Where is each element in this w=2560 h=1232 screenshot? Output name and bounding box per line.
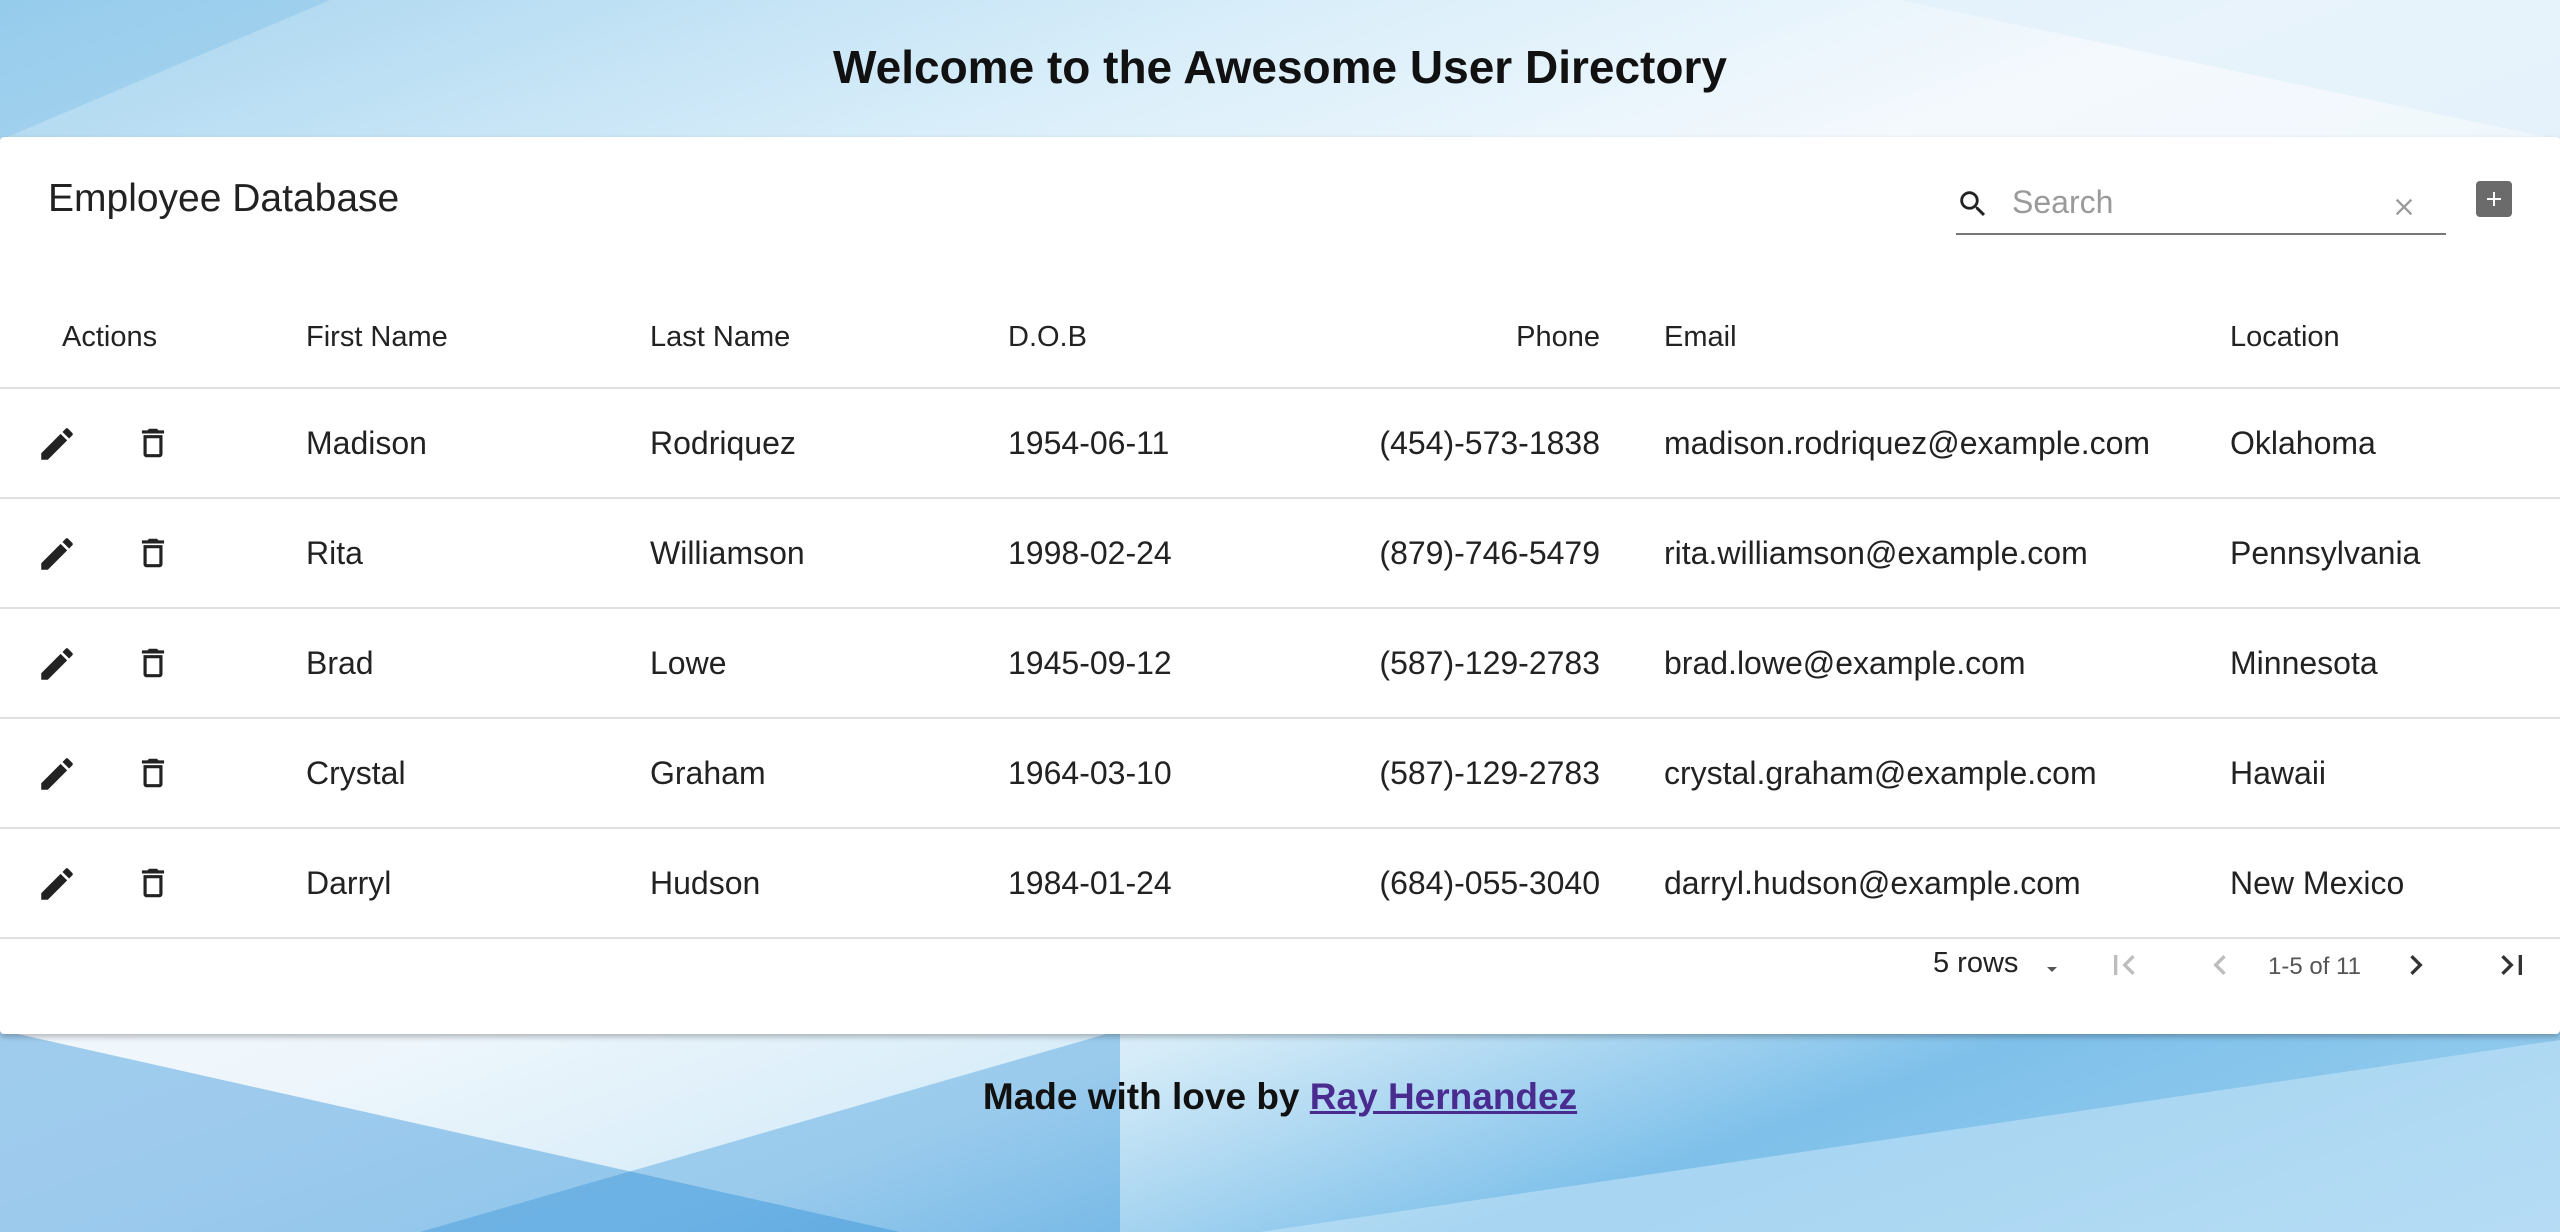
previous-page-icon[interactable]: [2200, 945, 2240, 985]
footer-credit: Made with love by Ray Hernandez: [0, 1076, 2560, 1118]
email-cell: rita.williamson@example.com: [1600, 498, 2230, 609]
edit-icon[interactable]: [36, 863, 78, 905]
edit-icon[interactable]: [36, 423, 78, 465]
first-name-cell: Rita: [306, 498, 650, 609]
first-name-cell: Brad: [306, 608, 650, 719]
dob-cell: 1964-03-10: [1008, 718, 1280, 829]
next-page-icon[interactable]: [2396, 945, 2436, 985]
delete-icon[interactable]: [134, 751, 172, 795]
dob-cell: 1945-09-12: [1008, 608, 1280, 719]
search-box: [1956, 171, 2446, 235]
last-name-cell: Graham: [650, 718, 1008, 829]
email-cell: crystal.graham@example.com: [1600, 718, 2230, 829]
first-page-icon[interactable]: [2104, 945, 2144, 985]
column-header-location[interactable]: Location: [2230, 287, 2560, 389]
delete-icon[interactable]: [134, 531, 172, 575]
column-header-phone[interactable]: Phone: [1280, 287, 1600, 389]
table-row: Brad Lowe 1945-09-12 (587)-129-2783 brad.low…: [0, 608, 2560, 719]
search-input[interactable]: [2010, 179, 2374, 225]
table-row: Madison Rodriquez 1954-06-11 (454)-573-1838…: [0, 388, 2560, 499]
column-header-last-name[interactable]: Last Name: [650, 287, 1008, 389]
edit-icon[interactable]: [36, 533, 78, 575]
column-header-dob[interactable]: D.O.B: [1008, 287, 1280, 389]
actions-cell: [0, 388, 306, 499]
page-range-label: 1-5 of 11: [2268, 953, 2361, 980]
phone-cell: (454)-573-1838: [1280, 388, 1600, 499]
last-name-cell: Rodriquez: [650, 388, 1008, 499]
first-name-cell: Madison: [306, 388, 650, 499]
column-header-email[interactable]: Email: [1600, 287, 2230, 389]
chevron-down-icon[interactable]: [2040, 957, 2064, 981]
delete-icon[interactable]: [134, 641, 172, 685]
last-name-cell: Lowe: [650, 608, 1008, 719]
table-row: Rita Williamson 1998-02-24 (879)-746-5479 ri…: [0, 498, 2560, 609]
location-cell: Pennsylvania: [2230, 498, 2560, 609]
actions-cell: [0, 718, 306, 829]
edit-icon[interactable]: [36, 753, 78, 795]
table-title: Employee Database: [48, 177, 400, 220]
background-facet: [1260, 1040, 2560, 1232]
actions-cell: [0, 498, 306, 609]
employee-table: Actions First Name Last Name D.O.B Phone…: [0, 287, 2560, 939]
last-name-cell: Williamson: [650, 498, 1008, 609]
author-link[interactable]: Ray Hernandez: [1310, 1076, 1577, 1117]
dob-cell: 1998-02-24: [1008, 498, 1280, 609]
email-cell: madison.rodriquez@example.com: [1600, 388, 2230, 499]
email-cell: brad.lowe@example.com: [1600, 608, 2230, 719]
location-cell: Oklahoma: [2230, 388, 2560, 499]
search-icon: [1960, 191, 1986, 217]
background-facet: [0, 1030, 900, 1232]
phone-cell: (587)-129-2783: [1280, 608, 1600, 719]
plus-icon: [2487, 192, 2501, 206]
employee-table-card: Employee Database Actions First Name Las…: [0, 137, 2560, 1034]
delete-icon[interactable]: [134, 861, 172, 905]
location-cell: Minnesota: [2230, 608, 2560, 719]
column-header-actions: Actions: [0, 287, 306, 389]
location-cell: Hawaii: [2230, 718, 2560, 829]
background-facet: [420, 1030, 1120, 1232]
table-row: Crystal Graham 1964-03-10 (587)-129-2783 cry…: [0, 718, 2560, 829]
page-title: Welcome to the Awesome User Directory: [833, 41, 1727, 93]
credit-prefix: Made with love by: [982, 1076, 1310, 1117]
add-user-button[interactable]: [2476, 181, 2512, 217]
column-header-first-name[interactable]: First Name: [306, 287, 650, 389]
pagination-bar: 5 rows 1-5 of 11: [0, 917, 2560, 1034]
phone-cell: (879)-746-5479: [1280, 498, 1600, 609]
actions-cell: [0, 608, 306, 719]
last-page-icon[interactable]: [2492, 945, 2532, 985]
delete-icon[interactable]: [134, 421, 172, 465]
rows-per-page-select[interactable]: 5 rows: [1933, 947, 2018, 980]
phone-cell: (587)-129-2783: [1280, 718, 1600, 829]
dob-cell: 1954-06-11: [1008, 388, 1280, 499]
edit-icon[interactable]: [36, 643, 78, 685]
table-header-row: Actions First Name Last Name D.O.B Phone…: [0, 287, 2560, 389]
first-name-cell: Crystal: [306, 718, 650, 829]
clear-search-icon[interactable]: [2390, 193, 2418, 221]
